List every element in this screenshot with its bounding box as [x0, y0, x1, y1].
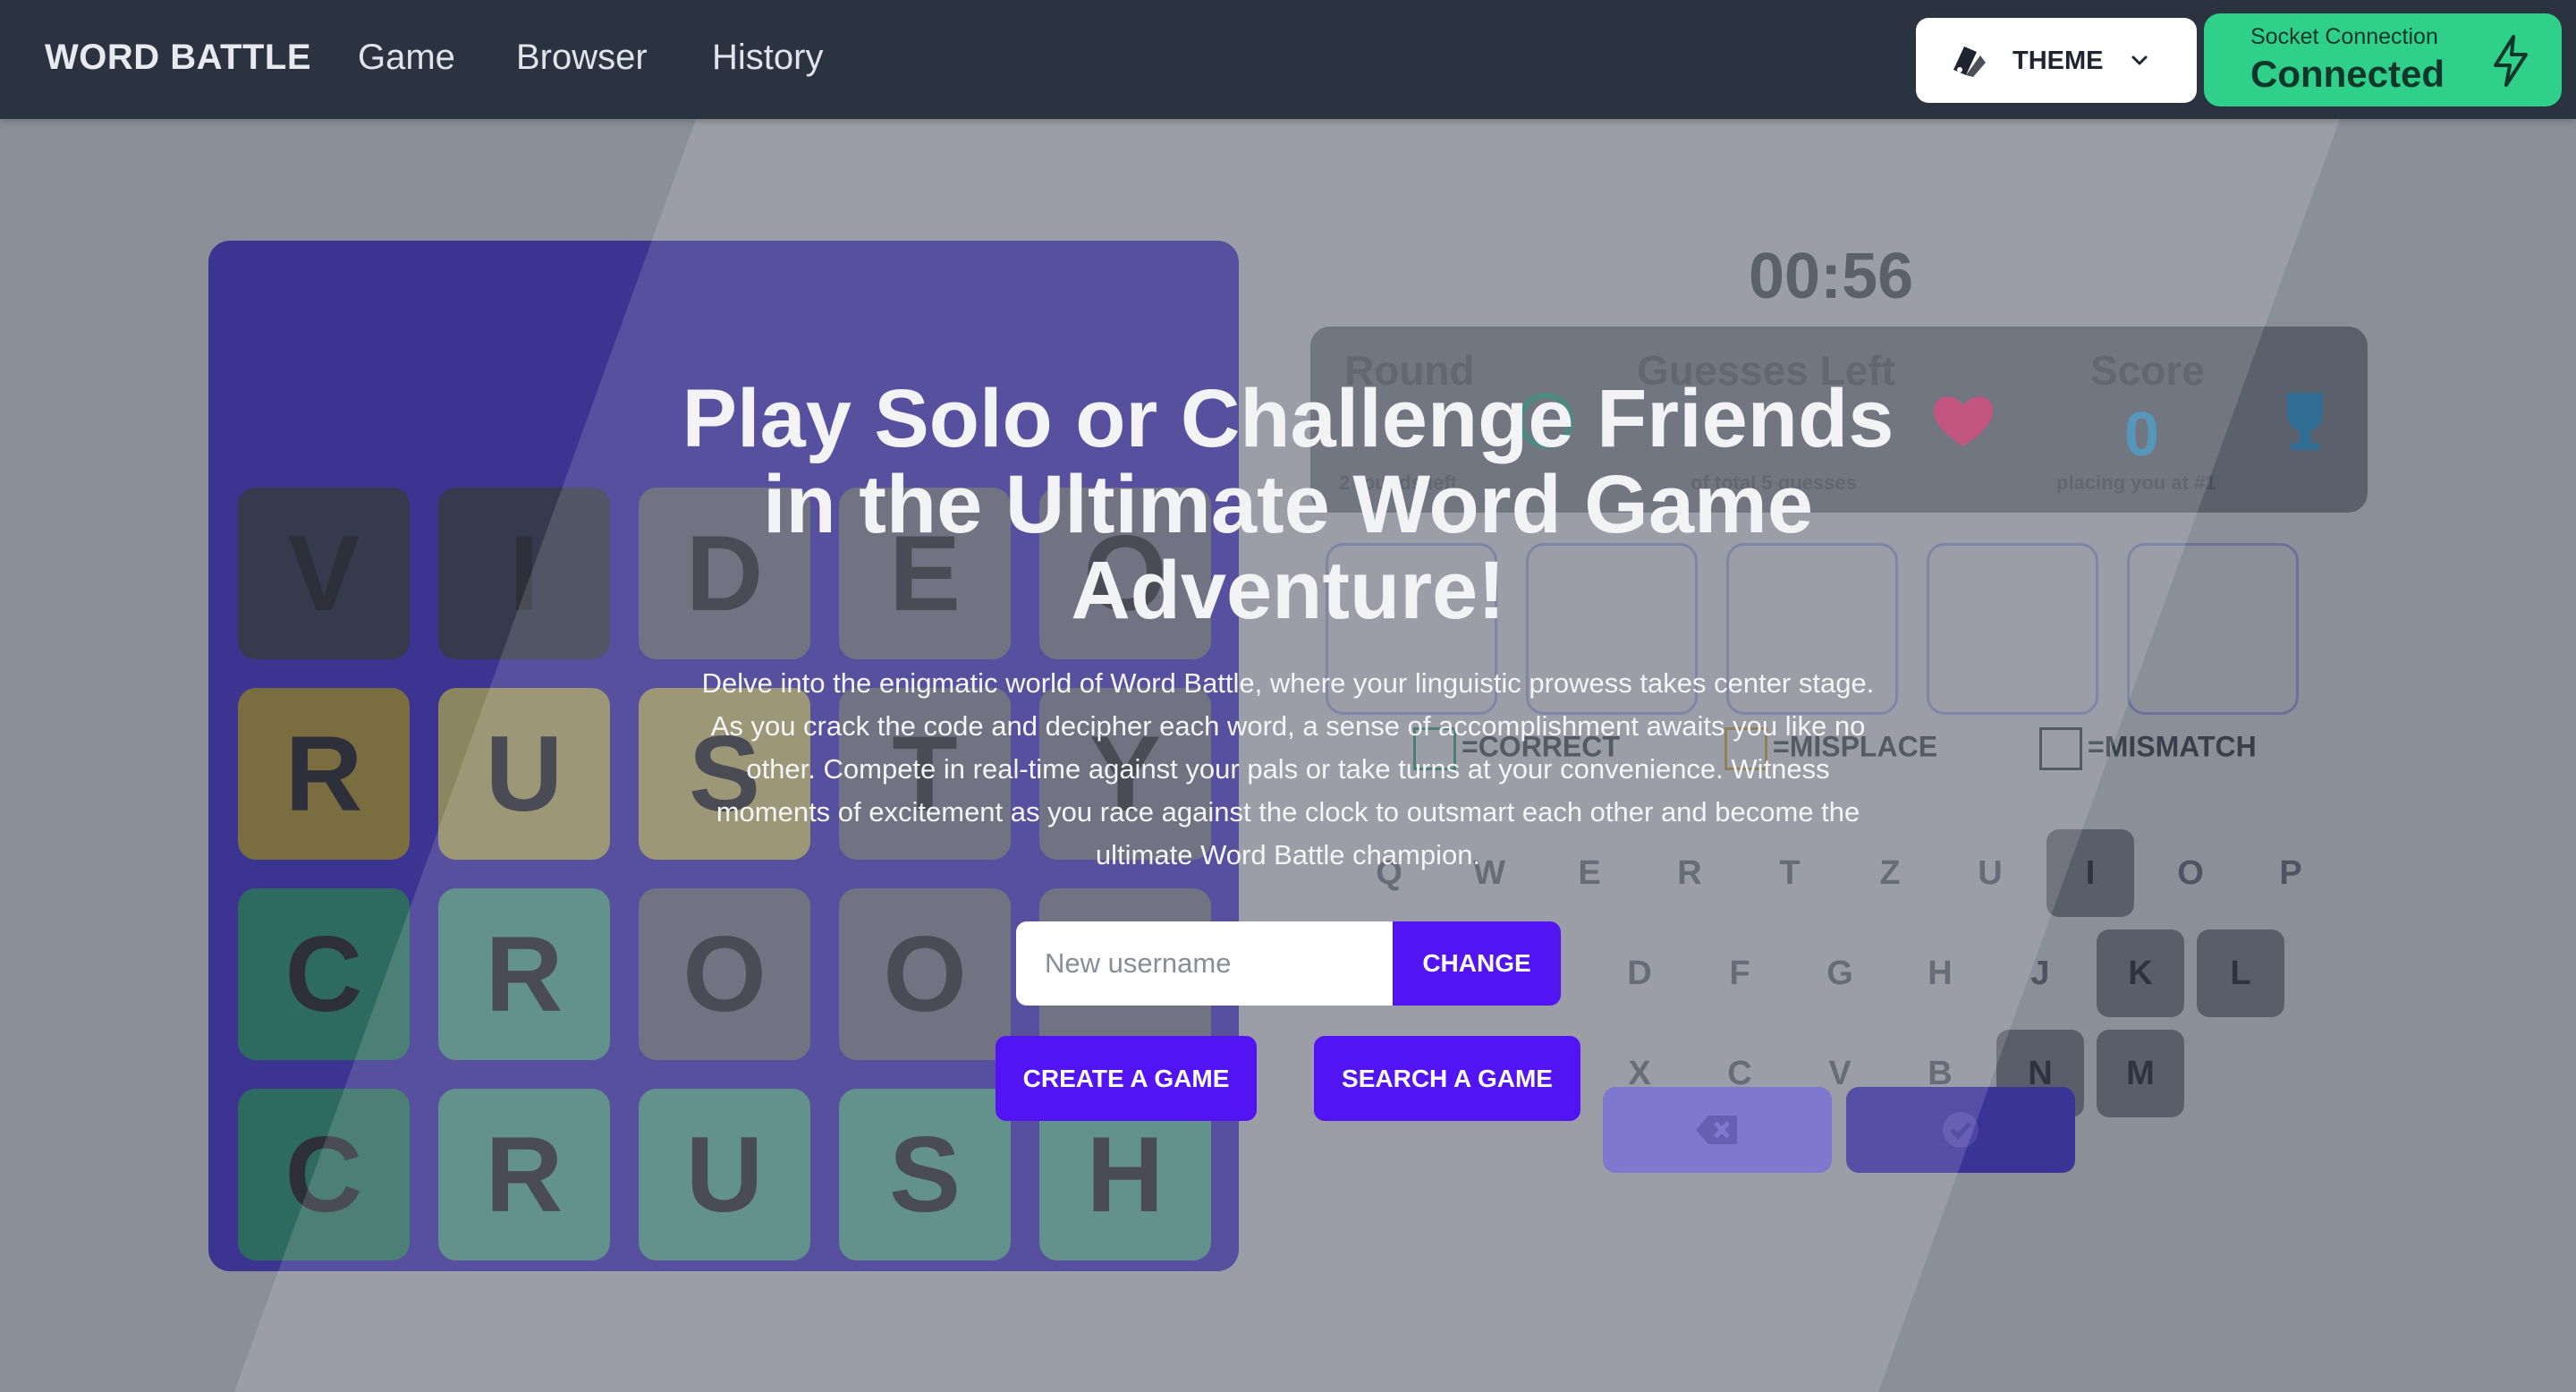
hero-title-line-2: in the Ultimate Word Game [762, 459, 1814, 550]
score-title: Score [2090, 347, 2205, 394]
create-game-button[interactable]: CREATE A GAME [996, 1036, 1257, 1121]
lightning-icon [2494, 35, 2528, 87]
theme-label: THEME [2012, 47, 2104, 75]
change-username-button[interactable]: CHANGE [1393, 921, 1561, 1006]
keyboard-key[interactable]: L [2197, 929, 2284, 1017]
keyboard-key[interactable]: D [1596, 929, 1683, 1017]
board-tile: S [839, 1089, 1011, 1260]
hero-title: Play Solo or Challenge Friends in the Ul… [662, 376, 1914, 633]
nav-link-game[interactable]: Game [358, 38, 455, 78]
theme-dropdown-button[interactable]: THEME [1916, 18, 2197, 103]
socket-status: Connected [2250, 53, 2445, 95]
navbar: WORD BATTLE Game Browser History THEME S… [0, 0, 2576, 119]
keyboard-key[interactable]: G [1796, 929, 1884, 1017]
board-tile: C [238, 1089, 410, 1260]
board-tile: R [438, 1089, 610, 1260]
search-game-button[interactable]: SEARCH A GAME [1314, 1036, 1580, 1121]
keyboard-key[interactable]: O [2147, 829, 2234, 917]
swatch-book-icon [1953, 47, 1986, 77]
board-tile: R [438, 888, 610, 1060]
score-subtitle: placing you at #1 [2056, 471, 2216, 494]
keyboard-key[interactable]: J [1996, 929, 2084, 1017]
board-tile: O [839, 888, 1011, 1060]
nav-link-history[interactable]: History [712, 38, 823, 78]
brand-logo[interactable]: WORD BATTLE [45, 38, 311, 78]
keyboard-key[interactable]: U [1946, 829, 2034, 917]
backspace-key[interactable] [1603, 1087, 1832, 1173]
guess-input-box [2127, 543, 2299, 715]
guess-input-box [1927, 543, 2098, 715]
hero-description: Delve into the enigmatic world of Word B… [701, 667, 1875, 870]
board-tile: U [639, 1089, 810, 1260]
socket-connection-status: Socket Connection Connected [2204, 13, 2562, 106]
board-tile: C [238, 888, 410, 1060]
board-tile: O [639, 888, 810, 1060]
submit-key[interactable] [1846, 1087, 2075, 1173]
keyboard-key[interactable]: P [2247, 829, 2334, 917]
legend-mismatch-swatch [2039, 727, 2082, 770]
heart-icon [1933, 396, 1994, 446]
hero-title-line-3: Adventure! [1071, 545, 1505, 636]
board-tile: I [438, 488, 610, 659]
legend-mismatch: =MISMATCH [2039, 727, 2257, 770]
username-input[interactable] [1016, 921, 1394, 1006]
keyboard-key[interactable]: F [1696, 929, 1784, 1017]
keyboard-key[interactable]: I [2046, 829, 2134, 917]
legend-mismatch-label: =MISMATCH [2088, 730, 2257, 763]
keyboard-key[interactable]: H [1896, 929, 1984, 1017]
socket-title: Socket Connection [2250, 24, 2438, 49]
keyboard-key[interactable]: M [2097, 1030, 2184, 1117]
board-tile: V [238, 488, 410, 659]
board-tile: R [238, 688, 410, 860]
score-value: 0 [2124, 399, 2159, 469]
game-timer: 00:56 [1749, 241, 1914, 312]
check-circle-icon [1943, 1112, 1979, 1148]
board-tile: U [438, 688, 610, 860]
trophy-icon [2287, 393, 2323, 450]
hero-title-line-1: Play Solo or Challenge Friends [682, 373, 1894, 464]
nav-link-browser[interactable]: Browser [516, 38, 648, 78]
keyboard-key[interactable]: K [2097, 929, 2184, 1017]
chevron-down-icon [2131, 55, 2148, 65]
backspace-icon [1696, 1116, 1737, 1144]
